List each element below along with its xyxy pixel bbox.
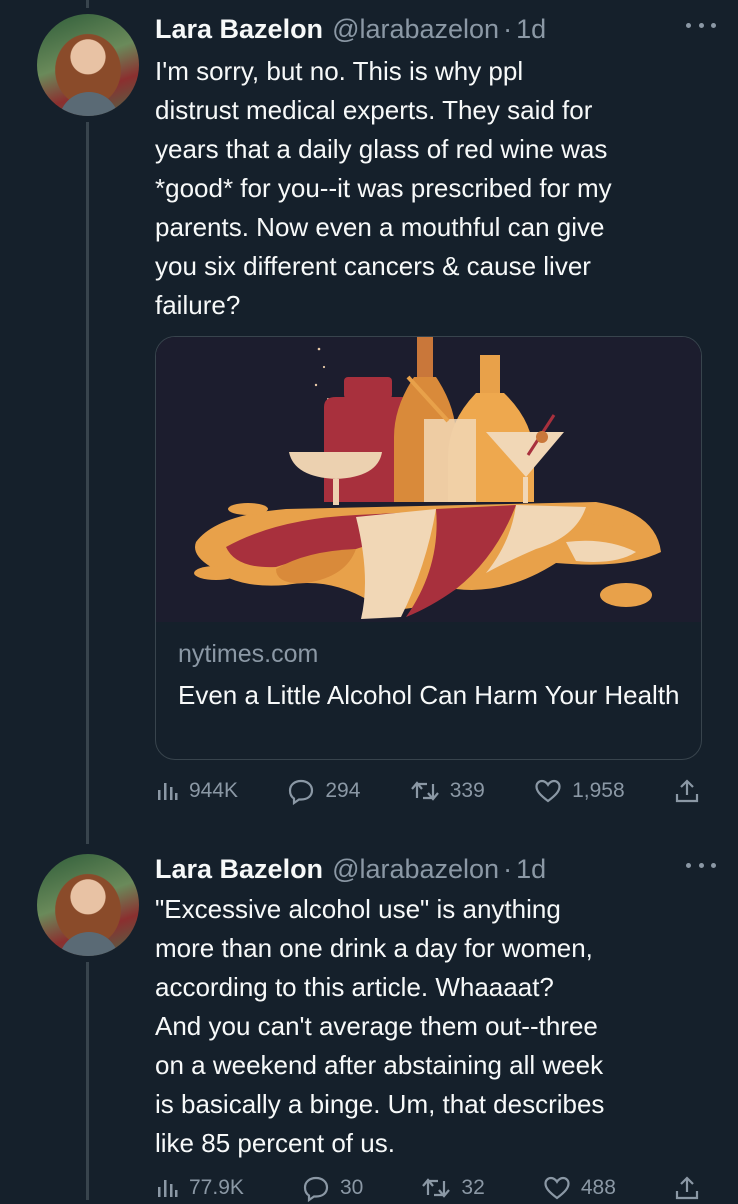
- card-image[interactable]: [156, 337, 701, 622]
- tweet-text-line: *good* for you--it was prescribed for my: [155, 173, 612, 203]
- tweet-text-line: "Excessive alcohol use" is anything: [155, 894, 561, 924]
- share-button[interactable]: [674, 1175, 710, 1201]
- like-icon: [535, 779, 561, 803]
- more-icon[interactable]: [686, 860, 716, 870]
- views-count: 77.9K: [189, 1176, 244, 1199]
- tweet-text-line: like 85 percent of us.: [155, 1128, 395, 1158]
- tweet-header: Lara Bazelon @larabazelon · 1d: [155, 12, 718, 46]
- reply-button[interactable]: 30: [302, 1174, 363, 1202]
- author-name[interactable]: Lara Bazelon: [155, 14, 323, 45]
- author-handle[interactable]: @larabazelon: [332, 854, 499, 885]
- separator-dot: ·: [503, 853, 513, 884]
- views-icon: [158, 783, 178, 800]
- tweet-text-line: I'm sorry, but no. This is why ppl: [155, 56, 524, 86]
- tweet-text-line: according to this article. Whaaaat?: [155, 972, 554, 1002]
- link-card[interactable]: nytimes.com Even a Little Alcohol Can Ha…: [155, 336, 702, 760]
- timestamp[interactable]: 1d: [516, 854, 546, 885]
- card-title: Even a Little Alcohol Can Harm Your Heal…: [178, 680, 680, 710]
- like-icon: [544, 1176, 570, 1200]
- reply-icon: [289, 779, 314, 805]
- timestamp[interactable]: 1d: [516, 14, 546, 45]
- tweet-actions: 77.9K 30 32 488: [155, 1172, 710, 1204]
- reply-count: 30: [339, 1176, 364, 1199]
- tweet[interactable]: Lara Bazelon @larabazelon · 1d I'm sorry…: [0, 0, 738, 840]
- tweet-text-line: failure?: [155, 290, 241, 320]
- share-button[interactable]: [674, 778, 710, 804]
- tweet-text-line: distrust medical experts. They said for: [155, 95, 593, 125]
- reply-count: 294: [325, 779, 361, 802]
- retweet-count: 32: [461, 1176, 485, 1199]
- card-domain: nytimes.com: [178, 640, 319, 668]
- views-button[interactable]: 944K: [155, 779, 238, 803]
- tweet-text-line: is basically a binge. Um, that describes: [155, 1089, 605, 1119]
- tweet-text-line: you six different cancers & cause liver: [155, 251, 591, 281]
- retweet-button[interactable]: 339: [410, 778, 485, 804]
- tweet-text-line: parents. Now even a mouthful can give: [155, 212, 605, 242]
- reply-icon: [303, 1176, 329, 1202]
- tweet[interactable]: Lara Bazelon @larabazelon · 1d "Excessiv…: [0, 840, 738, 1202]
- share-icon: [675, 1176, 699, 1200]
- author-name[interactable]: Lara Bazelon: [155, 854, 323, 885]
- author-handle[interactable]: @larabazelon: [332, 14, 499, 45]
- tweet-text-line: years that a daily glass of red wine was: [155, 134, 608, 164]
- like-count: 488: [580, 1176, 616, 1199]
- share-icon: [675, 779, 699, 803]
- retweet-button[interactable]: 32: [421, 1175, 485, 1201]
- like-button[interactable]: 488: [543, 1175, 616, 1201]
- views-button[interactable]: 77.9K: [155, 1176, 244, 1200]
- tweet-text-line: And you can't average them out--three: [155, 1011, 598, 1041]
- tweet-text-line: more than one drink a day for women,: [155, 933, 593, 963]
- tweet-text-line: on a weekend after abstaining all week: [155, 1050, 604, 1080]
- avatar[interactable]: [37, 854, 139, 956]
- avatar[interactable]: [37, 14, 139, 116]
- separator-dot: ·: [503, 13, 513, 44]
- tweet-actions: 944K 294 339 1,958: [155, 775, 710, 807]
- like-count: 1,958: [572, 779, 625, 802]
- more-icon[interactable]: [686, 20, 716, 30]
- tweet-header: Lara Bazelon @larabazelon · 1d: [155, 852, 718, 886]
- retweet-count: 339: [449, 779, 485, 802]
- views-count: 944K: [189, 779, 239, 802]
- reply-button[interactable]: 294: [287, 777, 360, 805]
- like-button[interactable]: 1,958: [534, 778, 625, 804]
- retweet-icon: [422, 1178, 451, 1198]
- views-icon: [158, 1180, 178, 1197]
- tweet-text: I'm sorry, but no. This is why ppl distr…: [155, 52, 720, 325]
- tweet-text: "Excessive alcohol use" is anything more…: [155, 890, 720, 1163]
- retweet-icon: [410, 781, 439, 801]
